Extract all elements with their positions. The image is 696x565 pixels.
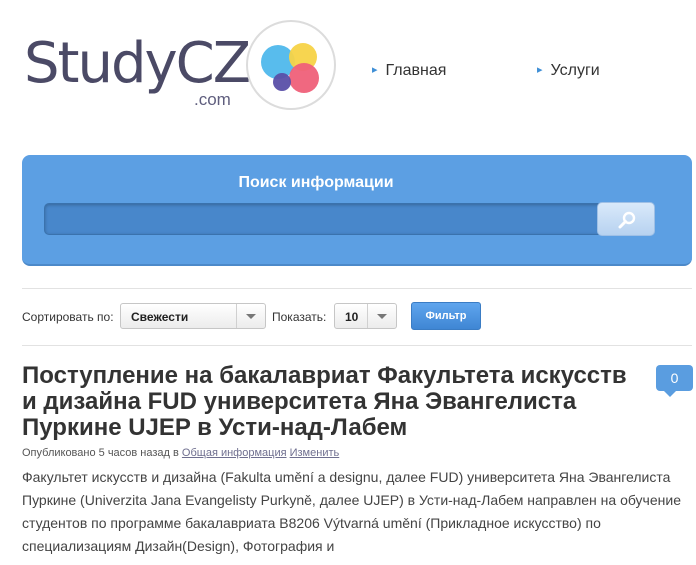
article-meta: Опубликовано 5 часов назад в Общая инфор… (22, 447, 339, 459)
nav-bullet-icon: ▸ (537, 64, 543, 76)
nav-item-home[interactable]: ▸ Главная (372, 62, 446, 80)
edit-link[interactable]: Изменить (290, 447, 340, 459)
search-input[interactable] (44, 203, 606, 235)
nav-item-services[interactable]: ▸ Услуги (537, 62, 600, 80)
sort-select[interactable]: Свежести (120, 303, 266, 329)
divider (22, 345, 692, 346)
search-panel: Поиск информации (22, 155, 692, 266)
show-label: Показать: (272, 310, 327, 324)
sort-select-value: Свежести (131, 310, 189, 324)
article-title[interactable]: Поступление на бакалавриат Факультета ис… (22, 363, 642, 441)
divider (22, 288, 692, 289)
chevron-down-icon (367, 304, 396, 328)
search-title: Поиск информации (238, 174, 394, 191)
logo-text: StudyCZ (24, 31, 251, 96)
filter-button[interactable]: Фильтр (411, 302, 481, 330)
sort-toolbar: Сортировать по: Свежести Показать: 10 Фи… (22, 301, 692, 331)
logo-emblem-icon (246, 20, 336, 110)
comment-count-badge[interactable]: 0 (656, 365, 693, 397)
nav-bullet-icon: ▸ (372, 64, 378, 76)
category-link[interactable]: Общая информация (182, 447, 287, 459)
site-logo[interactable]: StudyCZ .com (24, 18, 344, 114)
sort-label: Сортировать по: (22, 310, 114, 324)
published-text: Опубликовано 5 часов назад в (22, 447, 179, 459)
nav-item-label: Главная (385, 62, 447, 79)
show-count-value: 10 (345, 310, 359, 324)
search-icon (618, 211, 636, 229)
chevron-down-icon (236, 304, 265, 328)
article-excerpt: Факультет искусств и дизайна (Fakulta um… (22, 469, 681, 554)
show-count-select[interactable]: 10 (334, 303, 397, 329)
logo-suffix: .com (194, 90, 231, 109)
search-button[interactable] (597, 202, 655, 236)
nav-item-label: Услуги (550, 62, 600, 79)
